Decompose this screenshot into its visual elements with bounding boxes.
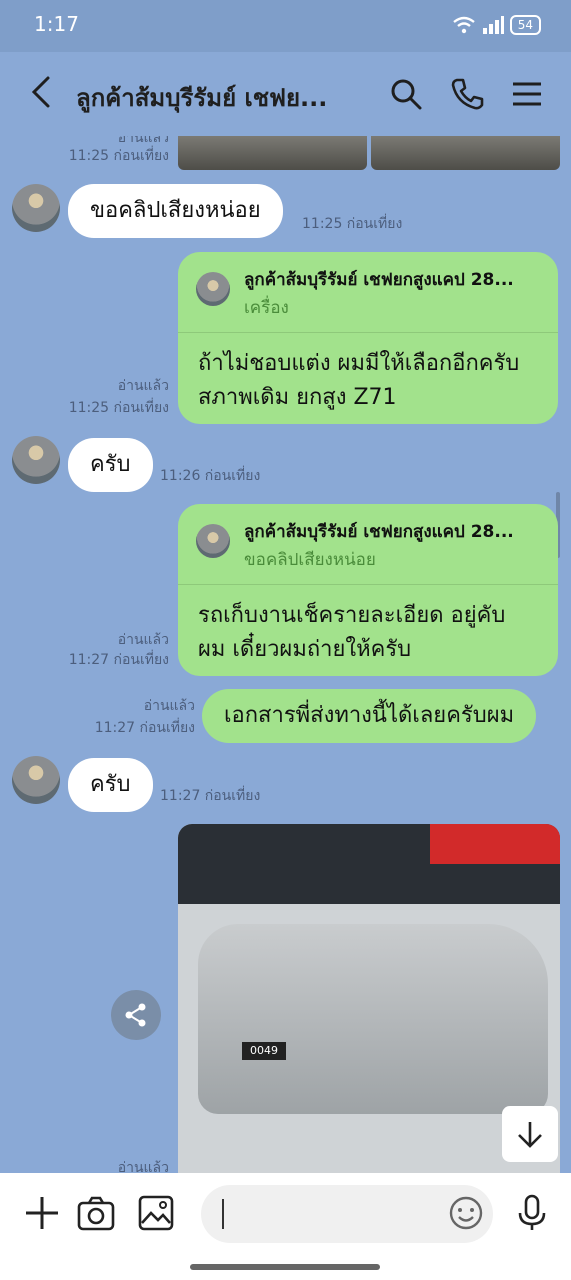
status-bar: 1:17 54	[0, 0, 571, 52]
previous-images[interactable]	[178, 136, 560, 170]
reply-quote[interactable]: ลูกค้าส้มบุรีรัมย์ เชฟยกสูงแคป 28... ขอค…	[178, 504, 558, 585]
message-time: 11:27 ก่อนเที่ยง	[160, 788, 261, 804]
message-time: 11:25 ก่อนเที่ยง	[68, 148, 169, 164]
plus-icon[interactable]	[22, 1193, 62, 1233]
emoji-icon[interactable]	[446, 1193, 486, 1233]
quote-sender: ลูกค้าส้มบุรีรัมย์ เชฟยกสูงแคป 28...	[244, 270, 514, 290]
avatar[interactable]	[12, 184, 60, 232]
image-thumb[interactable]	[178, 136, 367, 170]
message-time: 11:25 ก่อนเที่ยง	[68, 400, 169, 416]
search-icon[interactable]	[388, 76, 424, 112]
message-bubble-out[interactable]: เอกสารพี่ส่งทางนี้ได้เลยครับผม	[202, 689, 537, 743]
input-bar	[0, 1173, 571, 1280]
mic-icon[interactable]	[512, 1193, 552, 1233]
image-icon[interactable]	[136, 1193, 176, 1233]
message-time: 11:25 ก่อนเที่ยง	[302, 216, 403, 232]
share-button[interactable]	[111, 990, 161, 1040]
home-indicator	[190, 1264, 380, 1270]
pickup-truck-image	[198, 924, 548, 1114]
wifi-icon	[452, 16, 475, 34]
message-bubble-in[interactable]: ครับ	[68, 758, 153, 812]
photo-price-tag	[430, 824, 560, 864]
message-text: รถเก็บงานเช็ครายละเอียด อยู่คับ ผม เดี๋ย…	[178, 585, 558, 667]
reply-quote[interactable]: ลูกค้าส้มบุรีรัมย์ เชฟยกสูงแคป 28... เคร…	[178, 252, 558, 333]
chat-header: ลูกค้าส้มบุรีรัมย์ เชฟย...	[0, 52, 571, 136]
read-receipt: อ่านแล้ว	[117, 632, 169, 648]
message-line: ผม เดี๋ยวผมถ่ายให้ครับ	[198, 637, 412, 662]
message-time: 11:26 ก่อนเที่ยง	[160, 468, 261, 484]
message-bubble-in[interactable]: ครับ	[68, 438, 153, 492]
message-text: ถ้าไม่ชอบแต่ง ผมมีให้เลือกอีกครับ สภาพเด…	[178, 333, 558, 415]
menu-icon[interactable]	[509, 76, 545, 112]
back-icon[interactable]	[28, 74, 56, 110]
image-thumb[interactable]	[371, 136, 560, 170]
text-caret	[222, 1199, 224, 1229]
message-line: รถเก็บงานเช็ครายละเอียด อยู่คับ	[198, 603, 506, 628]
phone-icon[interactable]	[449, 76, 485, 112]
message-list[interactable]: อ่านแล้ว 11:25 ก่อนเที่ยง ขอคลิปเสียงหน่…	[0, 136, 571, 1173]
message-line: ถ้าไม่ชอบแต่ง ผมมีให้เลือกอีกครับ	[198, 351, 520, 376]
battery-indicator: 54	[509, 15, 541, 35]
read-receipt: อ่านแล้ว	[117, 1160, 169, 1173]
read-receipt: อ่านแล้ว	[117, 378, 169, 394]
quote-text: ขอคลิปเสียงหน่อย	[244, 550, 376, 570]
message-bubble-out[interactable]: ลูกค้าส้มบุรีรัมย์ เชฟยกสูงแคป 28... เคร…	[178, 252, 558, 424]
signal-icon	[482, 16, 504, 34]
arrow-down-icon	[518, 1122, 542, 1148]
quote-text: เครื่อง	[244, 298, 289, 318]
status-icons: 54	[452, 12, 541, 38]
chat-title: ลูกค้าส้มบุรีรัมย์ เชฟย...	[76, 84, 328, 112]
quote-avatar	[196, 272, 230, 306]
message-line: สภาพเดิม ยกสูง Z71	[198, 385, 397, 410]
avatar[interactable]	[12, 756, 60, 804]
message-bubble-in[interactable]: ขอคลิปเสียงหน่อย	[68, 184, 283, 238]
camera-icon[interactable]	[76, 1193, 116, 1233]
status-time: 1:17	[34, 12, 79, 36]
message-time: 11:27 ก่อนเที่ยง	[68, 652, 169, 668]
quote-sender: ลูกค้าส้มบุรีรัมย์ เชฟยกสูงแคป 28...	[244, 522, 514, 542]
license-plate: 0049	[242, 1042, 286, 1060]
quote-avatar	[196, 524, 230, 558]
scroll-down-button[interactable]	[502, 1106, 558, 1162]
read-receipt: อ่านแล้ว	[143, 698, 195, 714]
share-icon	[125, 1003, 146, 1027]
message-time: 11:27 ก่อนเที่ยง	[94, 720, 195, 736]
avatar[interactable]	[12, 436, 60, 484]
message-bubble-out[interactable]: ลูกค้าส้มบุรีรัมย์ เชฟยกสูงแคป 28... ขอค…	[178, 504, 558, 676]
